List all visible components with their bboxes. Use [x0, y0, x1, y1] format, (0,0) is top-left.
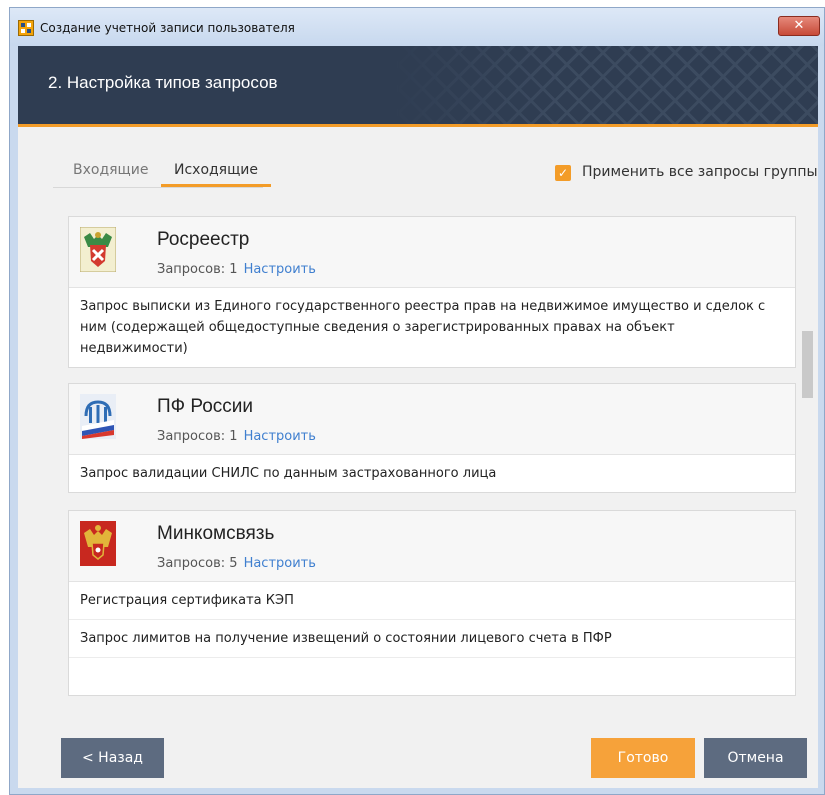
app-icon [18, 20, 34, 36]
tab-outgoing[interactable]: Исходящие [161, 159, 271, 187]
configure-link[interactable]: Настроить [244, 429, 316, 444]
done-button[interactable]: Готово [591, 738, 695, 778]
group-meta: Запросов: 1 Настроить [157, 262, 316, 277]
request-count: Запросов: 1 [157, 429, 238, 444]
close-icon: ✕ [793, 18, 805, 33]
request-count: Запросов: 1 [157, 262, 238, 277]
request-item-partial[interactable] [69, 658, 795, 695]
dialog-body: 2. Настройка типов запросов Входящие Исх… [18, 46, 818, 788]
request-item[interactable]: Запрос выписки из Единого государственно… [69, 288, 795, 367]
card-header: Минкомсвязь Запросов: 5 Настроить [69, 511, 795, 582]
step-title: 2. Настройка типов запросов [48, 73, 278, 92]
card-header: Росреестр Запросов: 1 Настроить [69, 217, 795, 288]
request-group-card: Росреестр Запросов: 1 Настроить Запрос вы… [68, 216, 796, 368]
list-scrollbar[interactable] [800, 216, 814, 700]
scrollbar-thumb[interactable] [802, 331, 813, 398]
request-groups-list: Росреестр Запросов: 1 Настроить Запрос вы… [68, 216, 798, 700]
step-banner: 2. Настройка типов запросов [18, 46, 818, 127]
dialog-window: Создание учетной записи пользователя ✕ 2… [9, 7, 825, 795]
apply-all-checkbox[interactable]: ✓ [555, 165, 571, 181]
apply-all-label: Применить все запросы группы [582, 164, 818, 180]
group-name: Росреестр [157, 229, 250, 250]
back-button[interactable]: < Назад [61, 738, 164, 778]
group-meta: Запросов: 5 Настроить [157, 556, 316, 571]
pfr-logo-icon [80, 394, 116, 439]
banner-pattern [388, 46, 818, 124]
window-title: Создание учетной записи пользователя [40, 21, 295, 35]
configure-link[interactable]: Настроить [244, 262, 316, 277]
tab-incoming[interactable]: Входящие [73, 159, 148, 187]
request-item[interactable]: Запрос валидации СНИЛС по данным застрах… [69, 455, 795, 492]
group-name: ПФ России [157, 396, 254, 417]
request-count: Запросов: 5 [157, 556, 238, 571]
group-meta: Запросов: 1 Настроить [157, 429, 316, 444]
request-item[interactable]: Запрос лимитов на получение извещений о … [69, 620, 795, 658]
request-group-card: Минкомсвязь Запросов: 5 Настроить Регистр… [68, 510, 796, 696]
configure-link[interactable]: Настроить [244, 556, 316, 571]
rosreestr-emblem-icon [80, 227, 116, 272]
coat-of-arms-icon [80, 521, 116, 566]
close-button[interactable]: ✕ [778, 16, 820, 36]
cancel-button[interactable]: Отмена [704, 738, 807, 778]
direction-tabs: Входящие Исходящие [53, 159, 271, 188]
request-group-card: ПФ России Запросов: 1 Настроить Запрос ва… [68, 383, 796, 493]
request-item[interactable]: Регистрация сертификата КЭП [69, 582, 795, 620]
title-bar[interactable]: Создание учетной записи пользователя ✕ [10, 8, 824, 46]
card-header: ПФ России Запросов: 1 Настроить [69, 384, 795, 455]
group-name: Минкомсвязь [157, 523, 275, 544]
